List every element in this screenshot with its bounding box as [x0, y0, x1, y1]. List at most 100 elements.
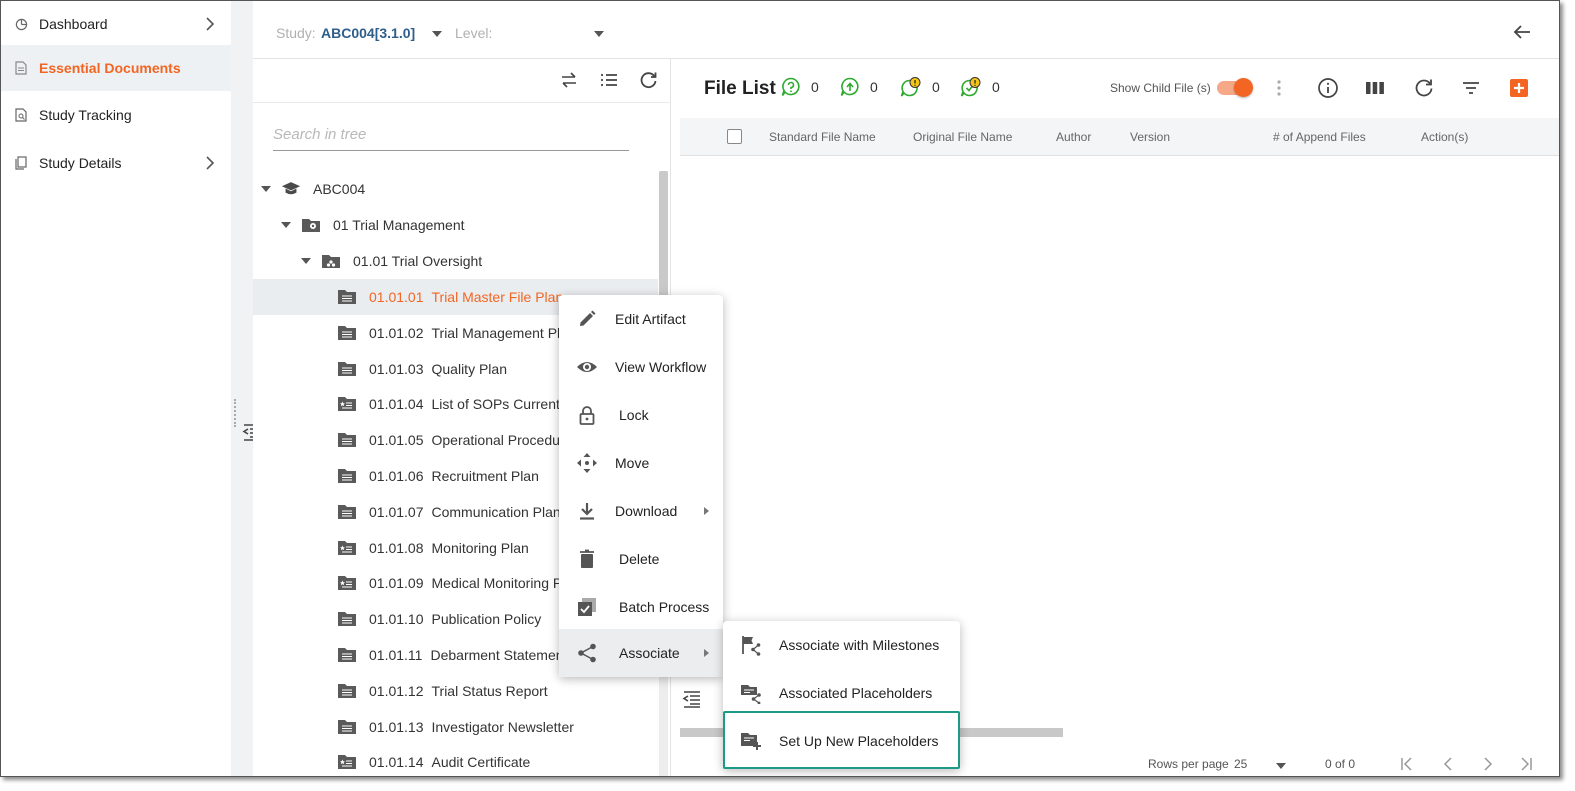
tree-search-input[interactable]: Search in tree: [273, 123, 629, 151]
first-page-icon[interactable]: [1400, 757, 1414, 771]
menu-item-lock[interactable]: Lock: [559, 391, 723, 439]
column-header[interactable]: Standard File Name: [769, 130, 876, 144]
tree-node-artifact[interactable]: 01.01.13 Investigator Newsletter: [253, 709, 658, 745]
menu-item-associate-milestones[interactable]: Associate with Milestones: [723, 621, 960, 669]
menu-item-batch-process[interactable]: Batch Process: [559, 583, 723, 631]
trash-icon: [576, 548, 598, 570]
stat-warning[interactable]: 0: [900, 77, 940, 97]
refresh-icon[interactable]: [639, 71, 659, 89]
artifact-code: 01.01.02: [369, 324, 424, 341]
panel-gutter: [231, 1, 253, 776]
menu-item-associate[interactable]: Associate: [559, 629, 723, 677]
move-arrows-icon: [576, 452, 598, 474]
warning-bubble-icon: [900, 77, 921, 97]
nav-item-essential-documents[interactable]: Essential Documents: [1, 45, 231, 91]
lock-icon: [576, 404, 598, 426]
tree-node-artifact[interactable]: 01.01.14 Audit Certificate: [253, 744, 658, 776]
next-page-icon[interactable]: [1481, 757, 1495, 771]
artifact-name: Publication Policy: [431, 611, 542, 628]
folder-document-icon: [338, 719, 356, 734]
artifact-name: Monitoring Plan: [431, 539, 529, 556]
app-window: Dashboard Essential Documents Study Trac…: [0, 0, 1560, 777]
folder-document-icon: [338, 469, 356, 483]
nav-item-study-tracking[interactable]: Study Tracking: [1, 92, 231, 138]
stat-count: 0: [932, 79, 940, 95]
last-page-icon[interactable]: [1519, 757, 1533, 771]
menu-item-label: Edit Artifact: [615, 311, 686, 327]
artifact-code: 01.01.09: [369, 575, 424, 592]
level-label[interactable]: Level:: [455, 25, 492, 41]
column-header[interactable]: Original File Name: [913, 130, 1012, 144]
folder-document-icon: [338, 325, 356, 340]
more-vertical-icon[interactable]: [1270, 77, 1288, 99]
artifact-code: 01.01.12: [369, 682, 424, 699]
stat-count: 0: [870, 79, 878, 95]
previous-page-icon[interactable]: [1441, 757, 1455, 771]
refresh-icon[interactable]: [1413, 77, 1435, 99]
column-header[interactable]: Version: [1130, 130, 1170, 144]
tree-node-section[interactable]: 01.01 Trial Oversight: [301, 243, 482, 279]
filter-icon[interactable]: [1460, 77, 1482, 99]
nav-label: Study Tracking: [39, 107, 132, 123]
artifact-name: Trial Master File Plan: [431, 289, 564, 305]
artifact-code: 01.01.01: [369, 289, 424, 305]
expand-icon[interactable]: [301, 258, 311, 264]
folder-document-icon: [338, 683, 356, 698]
menu-item-view-workflow[interactable]: View Workflow: [559, 343, 723, 391]
artifact-code: 01.01.11: [369, 647, 423, 663]
menu-item-label: View Workflow: [615, 359, 707, 375]
stat-upload[interactable]: 0: [840, 77, 878, 97]
column-header[interactable]: # of Append Files: [1273, 130, 1366, 144]
tree-node-root[interactable]: ABC004: [261, 171, 365, 207]
study-dropdown-icon[interactable]: [432, 31, 442, 37]
menu-item-edit-artifact[interactable]: Edit Artifact: [559, 295, 723, 343]
stat-check-warning[interactable]: 0: [960, 77, 1000, 97]
nav-label: Dashboard: [39, 16, 108, 32]
menu-item-associated-placeholders[interactable]: Associated Placeholders: [723, 669, 960, 717]
artifact-code: 01.01.08: [369, 539, 424, 556]
share-icon: [576, 642, 598, 664]
question-bubble-icon: [781, 77, 800, 96]
nav-item-study-details[interactable]: Study Details: [1, 140, 231, 186]
menu-item-download[interactable]: Download: [559, 487, 723, 535]
artifact-name: Trial Status Report: [431, 682, 548, 699]
info-icon[interactable]: [1317, 77, 1339, 99]
column-header[interactable]: Author: [1056, 130, 1091, 144]
eye-icon: [576, 356, 598, 378]
menu-item-label: Move: [615, 455, 650, 471]
arrow-left-icon[interactable]: [1512, 23, 1532, 41]
menu-item-move[interactable]: Move: [559, 439, 723, 487]
folder-star-document-icon: [338, 755, 356, 770]
table-header: Standard File Name Original File Name Au…: [680, 118, 1559, 156]
document-icon: [14, 61, 28, 75]
add-icon[interactable]: [1508, 77, 1530, 99]
nav-item-dashboard[interactable]: Dashboard: [1, 1, 231, 47]
resize-handle[interactable]: [234, 399, 237, 427]
expand-icon[interactable]: [281, 222, 291, 228]
expand-icon[interactable]: [261, 186, 271, 192]
study-label: Study:: [276, 25, 316, 41]
menu-item-set-up-new-placeholders[interactable]: Set Up New Placeholders: [723, 717, 960, 765]
artifact-code: 01.01.04: [369, 396, 424, 413]
artifact-name: Operational Procedur: [431, 432, 565, 449]
rows-per-page-select[interactable]: 25: [1234, 757, 1247, 771]
show-child-toggle[interactable]: [1217, 78, 1253, 97]
folder-document-icon: [338, 433, 356, 448]
tree-node-zone[interactable]: 01 Trial Management: [281, 207, 465, 243]
swap-icon[interactable]: [559, 71, 579, 89]
submenu-arrow-icon: [704, 649, 709, 657]
tree-node-artifact[interactable]: 01.01.12 Trial Status Report: [253, 673, 658, 709]
study-select[interactable]: ABC004[3.1.0]: [321, 25, 415, 41]
columns-icon[interactable]: [1364, 77, 1386, 99]
stat-question[interactable]: 0: [781, 77, 819, 97]
list-view-icon[interactable]: [599, 71, 619, 89]
level-dropdown-icon[interactable]: [594, 31, 604, 37]
select-all-checkbox[interactable]: [727, 129, 742, 144]
toggle-knob: [1234, 78, 1253, 97]
folder-document-icon: [338, 361, 356, 376]
collapse-panel-icon[interactable]: [682, 690, 702, 708]
rows-dropdown-icon[interactable]: [1276, 763, 1286, 769]
artifact-name: Investigator Newsletter: [431, 718, 574, 735]
menu-item-delete[interactable]: Delete: [559, 535, 723, 583]
folder-star-document-icon: [338, 540, 356, 555]
